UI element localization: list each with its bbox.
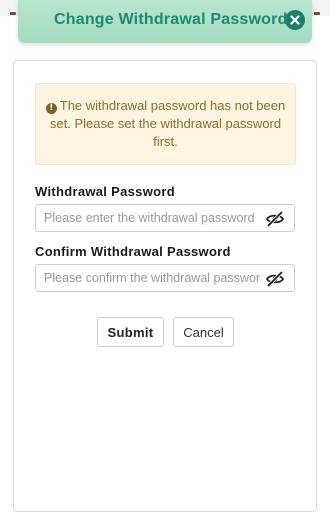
confirm-password-input[interactable]: [36, 265, 294, 291]
eye-slash-icon[interactable]: [265, 271, 285, 287]
close-button[interactable]: [285, 10, 305, 30]
password-form-card: ! The withdrawal password has not been se…: [13, 60, 317, 512]
dialog-header: Change Withdrawal Password: [18, 0, 312, 43]
dialog-title: Change Withdrawal Password: [54, 11, 288, 28]
confirm-password-label: Confirm Withdrawal Password: [35, 244, 231, 259]
withdrawal-password-label: Withdrawal Password: [35, 184, 175, 199]
cancel-button[interactable]: Cancel: [173, 317, 234, 347]
withdrawal-password-field: [35, 204, 295, 232]
alert-message: The withdrawal password has not been set…: [49, 98, 286, 149]
info-circle-icon: !: [45, 103, 57, 114]
confirm-password-field: [35, 264, 295, 292]
background-accent: [314, 12, 320, 15]
warning-alert: ! The withdrawal password has not been se…: [35, 83, 296, 165]
close-circle-icon: [290, 15, 300, 25]
withdrawal-password-input[interactable]: [36, 205, 294, 231]
eye-slash-icon[interactable]: [265, 211, 285, 227]
background-accent: [10, 12, 16, 15]
page: Change Withdrawal Password ! The withdraw…: [0, 0, 330, 516]
submit-button[interactable]: Submit: [97, 317, 164, 347]
